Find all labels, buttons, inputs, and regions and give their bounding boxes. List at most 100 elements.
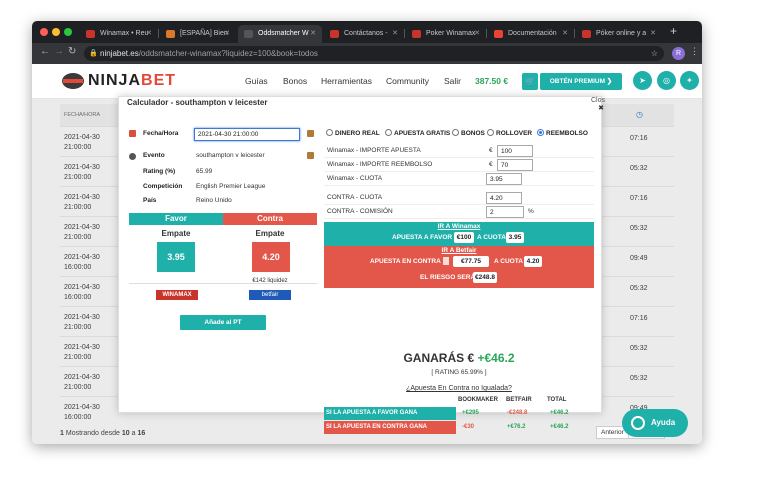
winamax-logo[interactable]: WINAMAX (156, 290, 198, 300)
close-tab-icon[interactable]: ✕ (650, 25, 656, 43)
forward-icon[interactable]: → (54, 46, 64, 57)
modal-title: Calculador - southampton v leicester (127, 98, 268, 107)
tab-bar: Winamax • Reu ✕ [ESPAÑA] Bien ✕ Oddsmatche… (32, 21, 702, 43)
reload-icon[interactable]: ↻ (68, 46, 76, 57)
mode-dinero-real[interactable]: DINERO REAL (326, 129, 380, 137)
modal-close-button[interactable]: Clos (591, 97, 605, 104)
ir-betfair-link[interactable]: IR A Betfair (324, 247, 594, 254)
rating-line: [ RATING 65.99% ] (431, 369, 487, 376)
url-input[interactable]: 🔒 ninjabet.es/oddsmatcher-winamax?liquid… (84, 46, 664, 61)
close-tab-icon[interactable]: ✕ (562, 25, 568, 43)
address-bar-row: ← → ↻ 🔒 ninjabet.es/oddsmatcher-winamax?… (32, 43, 702, 64)
edit-icon[interactable] (307, 152, 314, 159)
cart-icon[interactable]: 🛒 (522, 73, 538, 90)
nav-salir[interactable]: Salir (444, 76, 461, 86)
calendar-icon (129, 130, 136, 137)
radio-icon (385, 129, 392, 136)
ninja-logo-icon (62, 73, 84, 89)
twitter-icon[interactable]: ✦ (680, 71, 699, 90)
close-tab-icon[interactable]: ✕ (310, 25, 316, 43)
radio-icon (326, 129, 333, 136)
ir-winamax-link[interactable]: IR A Winamax (324, 223, 594, 230)
comision-input[interactable]: 2 (486, 206, 524, 218)
fecha-input[interactable]: 2021-04-30 21:00:00 (194, 128, 300, 141)
contra-cuota-input[interactable]: 4.20 (486, 192, 522, 204)
favor-header: Favor (129, 213, 223, 225)
tab-favicon-icon (166, 30, 175, 38)
cuota-input[interactable]: 3.95 (486, 173, 522, 185)
no-igualada-link[interactable]: ¿Apuesta En Contra no Igualada? (324, 385, 594, 392)
importe-reembolso-input[interactable]: 70 (497, 159, 533, 171)
back-icon[interactable]: ← (40, 46, 50, 57)
telegram-icon[interactable]: ➤ (633, 71, 652, 90)
bookmark-star-icon[interactable]: ☆ (651, 46, 658, 61)
mode-bonos[interactable]: BONOS (452, 129, 485, 137)
close-x-icon[interactable]: ✖ (598, 104, 604, 112)
row-cuota: Winamax - CUOTA (324, 172, 594, 186)
mode-rollover[interactable]: ROLLOVER (487, 129, 532, 137)
mode-apuesta-gratis[interactable]: APUESTA GRATIS (385, 129, 450, 137)
radio-icon (487, 129, 494, 136)
calculator-modal: Calculador - southampton v leicester Clo… (118, 96, 605, 434)
winamax-favicon-icon (412, 30, 421, 38)
new-tab-icon[interactable]: + (670, 24, 677, 38)
winamax-favicon-icon (86, 30, 95, 38)
favor-instruction: IR A Winamax APUESTA A FAVOR €100 A CUOT… (324, 222, 594, 246)
favor-odd[interactable]: 3.95 (157, 242, 195, 272)
favor-selection: Empate (161, 229, 191, 238)
nav-guias[interactable]: Guías (245, 76, 268, 86)
edit-icon[interactable] (307, 130, 314, 137)
browser-tab[interactable]: Póker online y a ✕ (576, 25, 662, 43)
balance: 387.50 € (475, 76, 509, 86)
close-tab-icon[interactable]: ✕ (146, 25, 152, 43)
minimize-window-icon[interactable] (52, 28, 60, 36)
browser-tab-active[interactable]: Oddsmatcher W ✕ (238, 25, 322, 43)
radio-icon (452, 129, 459, 136)
browser-tab[interactable]: Contáctanos - ✕ (324, 25, 404, 43)
radio-selected-icon (537, 129, 544, 136)
lock-icon: 🔒 (89, 50, 98, 57)
contra-header: Contra (223, 213, 317, 225)
close-tab-icon[interactable]: ✕ (392, 25, 398, 43)
result-row-favor: SI LA APUESTA A FAVOR GANA +€295 -€248.8… (324, 407, 594, 420)
ninjabet-favicon-icon (244, 30, 253, 38)
browser-tab[interactable]: Poker Winamax ✕ (406, 25, 486, 43)
soccer-ball-icon (129, 153, 136, 160)
close-tab-icon[interactable]: ✕ (474, 25, 480, 43)
row-importe-reembolso: Winamax - IMPORTE REEMBOLSO (324, 158, 594, 172)
contra-odd[interactable]: 4.20 (252, 242, 290, 272)
nav-community[interactable]: Community (386, 76, 429, 86)
profit-display: GANARÁS € +€46.2 (403, 351, 515, 365)
add-to-pt-button[interactable]: Añade al PT (180, 315, 266, 330)
instagram-icon[interactable]: ◎ (657, 71, 676, 90)
profile-avatar[interactable]: R (672, 47, 685, 60)
close-tab-icon[interactable]: ✕ (224, 25, 230, 43)
gmail-favicon-icon (494, 30, 503, 38)
winamax-favicon-icon (582, 30, 591, 38)
browser-tab[interactable]: Winamax • Reu ✕ (80, 25, 158, 43)
browser-window: Winamax • Reu ✕ [ESPAÑA] Bien ✕ Oddsmatche… (32, 21, 702, 444)
close-window-icon[interactable] (40, 28, 48, 36)
result-row-contra: SI LA APUESTA EN CONTRA GANA -€30 +€76.2… (324, 421, 594, 434)
browser-tab[interactable]: [ESPAÑA] Bien ✕ (160, 25, 236, 43)
row-importe-apuesta: Winamax - IMPORTE APUESTA (324, 144, 594, 158)
browser-tab[interactable]: Documentación ✕ (488, 25, 574, 43)
chat-bubble-icon (631, 416, 645, 430)
contra-selection: Empate (255, 229, 285, 238)
pagination-info: 1 Mostrando desde 10 a 16 (60, 430, 146, 437)
betfair-logo[interactable]: betfair (249, 290, 291, 300)
nav-herramientas[interactable]: Herramientas (321, 76, 372, 86)
contra-instruction: IR A Betfair APUESTA EN CONTRA €77.75 A … (324, 246, 594, 288)
help-button[interactable]: Ayuda (622, 409, 688, 437)
premium-button[interactable]: OBTÉN PREMIUM ❯ (540, 73, 622, 90)
row-contra-cuota: CONTRA - CUOTA (324, 191, 594, 205)
mode-reembolso[interactable]: REEMBOLSO (537, 129, 588, 137)
importe-apuesta-input[interactable]: 100 (497, 145, 533, 157)
site-logo[interactable]: NINJABET (88, 72, 176, 90)
page-content: NINJABET Guías Bonos Herramientas Commun… (32, 64, 702, 444)
browser-menu-icon[interactable]: ⋮ (690, 46, 699, 57)
nav-bonos[interactable]: Bonos (283, 76, 307, 86)
maximize-window-icon[interactable] (64, 28, 72, 36)
site-header: NINJABET Guías Bonos Herramientas Commun… (32, 64, 702, 99)
copy-icon[interactable] (443, 257, 449, 265)
